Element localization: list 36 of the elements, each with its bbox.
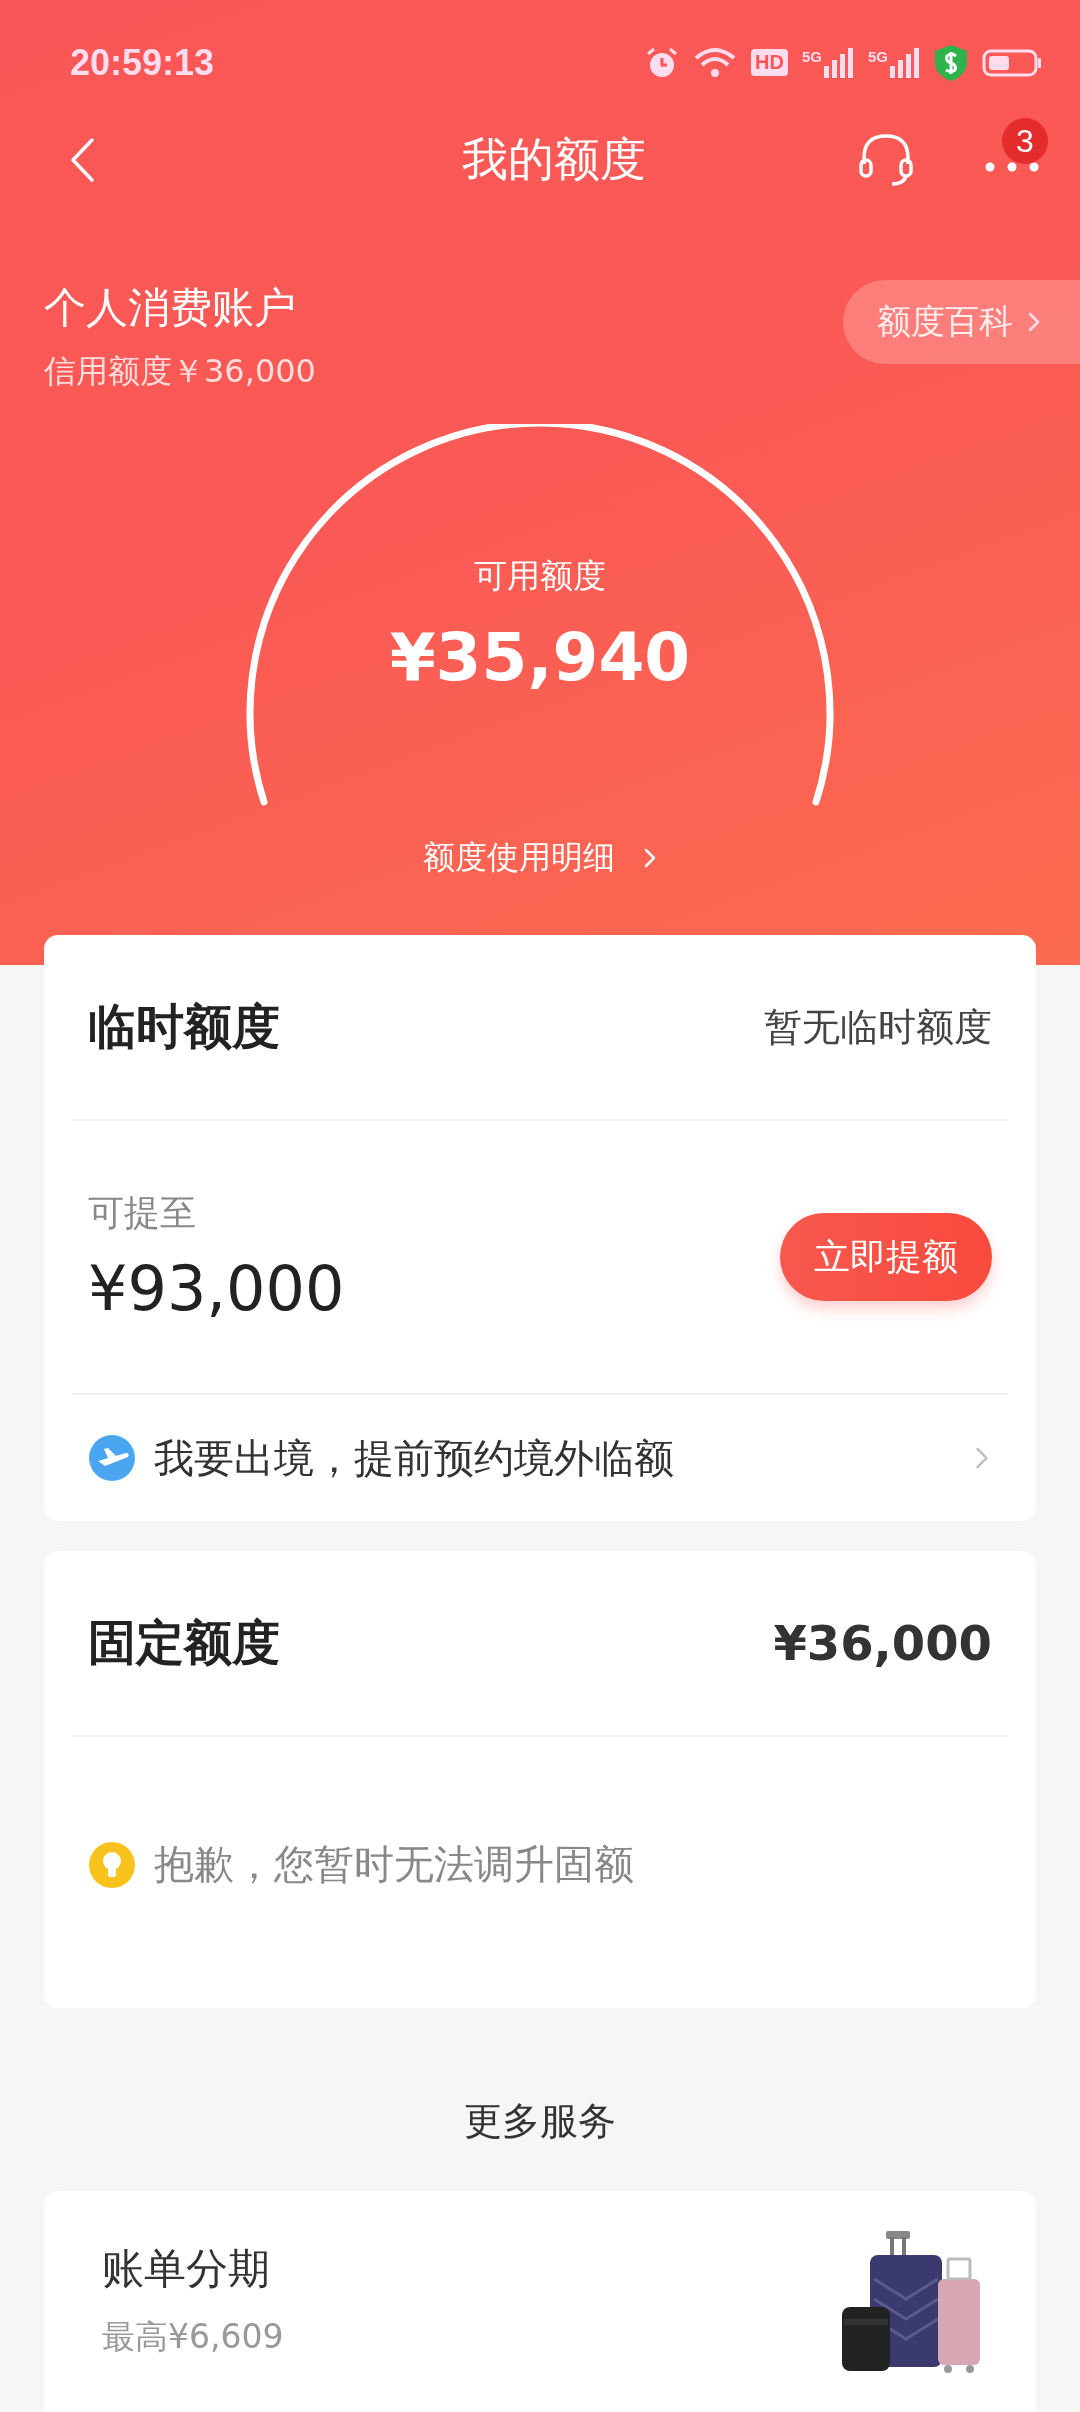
service-card[interactable]: 账单分期 最高¥6,609 [44,2191,1036,2412]
credit-line: 信用额度￥36,000 [44,351,316,392]
available-label: 可用额度 [474,555,606,597]
page-title: 我的额度 [462,131,646,188]
status-text: 暂无临时额度 [764,1003,992,1051]
raise-label: 可提至 [88,1191,197,1235]
service-subtitle: 最高¥6,609 [102,2316,284,2358]
notification-badge: 3 [1002,118,1048,164]
detail-link[interactable]: 额度使用明细 [423,836,657,880]
raise-amount: ¥93,000 [88,1252,345,1325]
section-title: 更多服务 [463,2098,617,2145]
wiki-link[interactable]: 额度百科 [843,280,1080,364]
card-title: 临时额度 [88,997,280,1056]
chevron-icon [643,848,657,868]
status-time: 20:59:13 [70,41,215,84]
network-label: 5G [868,47,888,65]
lightbulb-icon [88,1840,136,1889]
fixed-amount: ¥36,000 [773,1615,992,1671]
service-title: 账单分期 [102,2243,271,2295]
chevron-icon [1027,312,1041,332]
more-icon[interactable] [984,160,1040,174]
travel-promo-link[interactable]: 我要出境，提前预约境外临额 [44,1395,1036,1521]
notice-text: 抱歉，您暂时无法调升固额 [154,1840,634,1889]
alarm-icon [645,45,680,80]
hd-indicator: HD [751,49,788,76]
available-amount: ¥35,940 [389,619,691,696]
account-name: 个人消费账户 [44,282,297,334]
network-label: 5G [801,47,822,65]
card-title: 固定额度 [88,1613,280,1672]
wifi-icon [693,45,738,80]
airplane-icon [88,1434,136,1482]
shield-icon [934,43,968,82]
raise-button[interactable]: 立即提额 [780,1213,992,1301]
battery-icon [982,47,1042,78]
signal-icon [824,47,854,78]
signal-icon [890,47,920,78]
